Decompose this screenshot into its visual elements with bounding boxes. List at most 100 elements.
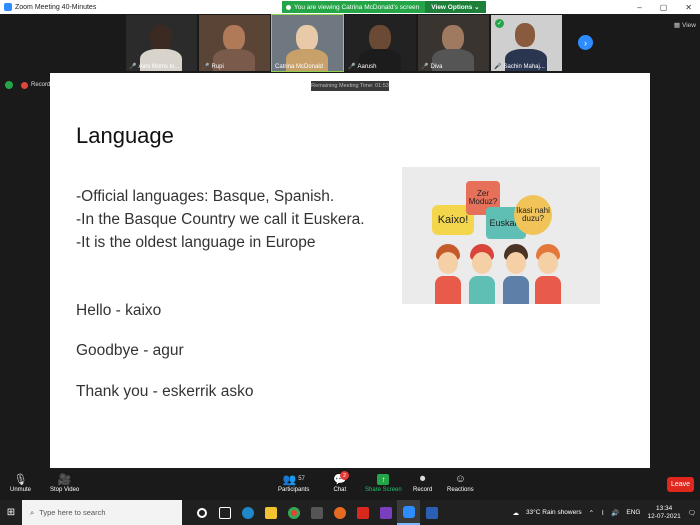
record-button[interactable]: ⏺ Record [413, 471, 433, 494]
chat-label: Chat [333, 487, 347, 493]
share-screen-label: Share Screen [365, 487, 402, 493]
record-dot-icon [21, 81, 28, 89]
minimize-button[interactable]: – [637, 3, 641, 12]
weather-label[interactable]: 33°C Rain showers [526, 509, 582, 516]
unmute-label: Unmute [10, 487, 32, 493]
verified-icon: ✓ [495, 19, 504, 28]
muted-microphone-icon: 🎙 [13, 473, 28, 486]
task-view-icon[interactable] [213, 500, 236, 525]
participant-tile[interactable]: Catrina McDonald [271, 14, 344, 72]
participant-name: Sachin Mahaj... [503, 63, 545, 70]
record-label: Record [413, 487, 433, 493]
share-indicator-icon [286, 4, 291, 10]
stop-video-label: Stop Video [50, 487, 80, 493]
muted-mic-icon: 🎤 [202, 64, 210, 70]
acrobat-icon[interactable] [351, 500, 374, 525]
media-icon[interactable] [374, 500, 397, 525]
participants-count: 57 [298, 476, 305, 482]
smiley-icon: ☺ [454, 473, 466, 485]
participants-button[interactable]: 👥 57 Participants [278, 471, 310, 494]
meeting-toolbar: 🎙 Unmute 🎥 Stop Video 👥 57 Participants 💬 2 Ch… [0, 469, 700, 499]
zoom-taskbar-icon[interactable] [397, 500, 420, 525]
edge-icon[interactable] [236, 500, 259, 525]
firefox-icon[interactable] [328, 500, 351, 525]
participant-name: Aarush [357, 63, 377, 70]
bullet-item: -It is the oldest language in Europe [76, 234, 316, 251]
participant-strip: 🎤 Avni Moms lo... 🎤 Rupi Catrina McDonald … [126, 14, 562, 72]
recording-indicator: Recordi... [5, 81, 57, 89]
view-options-button[interactable]: View Options ⌄ [425, 1, 486, 13]
slide-bullets: -Official languages: Basque, Spanish. -I… [76, 185, 365, 254]
windows-start-icon[interactable]: ⊞ [0, 500, 22, 525]
shared-screen-slide: Language -Official languages: Basque, Sp… [50, 73, 650, 468]
notifications-icon[interactable]: 🗨 [688, 509, 696, 517]
child-figure [468, 244, 496, 304]
word-icon[interactable] [420, 500, 443, 525]
phrase-item: Goodbye - agur [76, 342, 184, 359]
clock-date: 12-07-2021 [647, 512, 681, 520]
record-icon: ⏺ [419, 472, 426, 485]
participant-tile[interactable]: 🎤 Avni Moms lo... [126, 15, 197, 71]
screen-share-banner: You are viewing Catrina McDonald's scree… [282, 1, 486, 13]
maximize-button[interactable]: ▢ [660, 3, 668, 12]
slide-illustration: Kaixo! Zer Moduz? Euskara Ikasi nahi duz… [402, 167, 600, 304]
security-shield-icon[interactable] [5, 81, 13, 89]
search-placeholder: Type here to search [39, 508, 106, 517]
speech-bubble: Ikasi nahi duzu? [514, 195, 552, 235]
participant-name: Avni Moms lo... [138, 63, 180, 70]
muted-mic-icon: 🎤 [494, 64, 502, 70]
video-camera-icon: 🎥 [57, 473, 72, 486]
system-tray: ☁ 33°C Rain showers ⌃ ⌇ 🔊 ENG 13:34 12-0… [512, 500, 696, 525]
view-button[interactable]: ▦ View [673, 21, 696, 30]
chrome-icon[interactable] [282, 500, 305, 525]
close-button[interactable]: ✕ [685, 3, 692, 12]
stop-video-button[interactable]: 🎥 Stop Video [50, 471, 80, 494]
input-language[interactable]: ENG [626, 509, 640, 516]
share-screen-button[interactable]: ↑ Share Screen [365, 471, 402, 493]
cortana-icon[interactable] [190, 500, 213, 525]
share-screen-icon: ↑ [377, 471, 390, 487]
taskbar-apps [190, 500, 443, 525]
participant-name: Catrina McDonald [275, 64, 324, 70]
window-title: Zoom Meeting 40-Minutes [15, 3, 97, 11]
unmute-button[interactable]: 🎙 Unmute [10, 471, 32, 494]
show-hidden-icons[interactable]: ⌃ [589, 509, 594, 517]
next-page-icon[interactable]: › [578, 35, 593, 50]
participant-tile[interactable]: ✓ 🎤 Sachin Mahaj... [491, 15, 562, 71]
bullet-item: -Official languages: Basque, Spanish. [76, 188, 335, 205]
phrase-item: Hello - kaixo [76, 302, 162, 319]
volume-icon[interactable]: 🔊 [611, 509, 619, 517]
search-icon: ⌕ [30, 507, 35, 517]
chat-unread-badge: 2 [340, 471, 349, 480]
participant-tile[interactable]: 🎤 Rupi [199, 15, 270, 71]
leave-button[interactable]: Leave [667, 477, 694, 492]
zoom-logo-icon [4, 3, 12, 11]
participant-name: Diva [430, 63, 443, 70]
child-figure [534, 244, 562, 304]
reactions-label: Reactions [447, 487, 474, 493]
taskbar-clock[interactable]: 13:34 12-07-2021 [647, 505, 680, 521]
slide-title: Language [76, 123, 174, 148]
participants-icon: 👥 57 [282, 473, 305, 486]
taskbar-search-box[interactable]: ⌕ Type here to search [22, 500, 182, 525]
bullet-item: -In the Basque Country we call it Eusker… [76, 211, 365, 228]
muted-mic-icon: 🎤 [129, 64, 137, 70]
participant-tile[interactable]: 🎤 Aarush [345, 15, 416, 71]
child-figure [502, 244, 530, 304]
view-label: View [682, 21, 696, 29]
reactions-button[interactable]: ☺ Reactions [447, 471, 474, 493]
weather-icon[interactable]: ☁ [512, 509, 519, 517]
store-icon[interactable] [305, 500, 328, 525]
child-figure [434, 244, 462, 304]
phrase-item: Thank you - eskerrik asko [76, 383, 254, 400]
muted-mic-icon: 🎤 [421, 64, 429, 70]
grid-icon: ▦ [673, 22, 681, 29]
network-icon[interactable]: ⌇ [601, 509, 604, 517]
participants-label: Participants [278, 487, 310, 493]
file-explorer-icon[interactable] [259, 500, 282, 525]
participant-name: Rupi [211, 63, 224, 70]
participant-tile[interactable]: 🎤 Diva [418, 15, 489, 71]
chat-button[interactable]: 💬 2 Chat [333, 471, 349, 493]
muted-mic-icon: 🎤 [348, 64, 356, 70]
clock-time: 13:34 [655, 504, 673, 512]
